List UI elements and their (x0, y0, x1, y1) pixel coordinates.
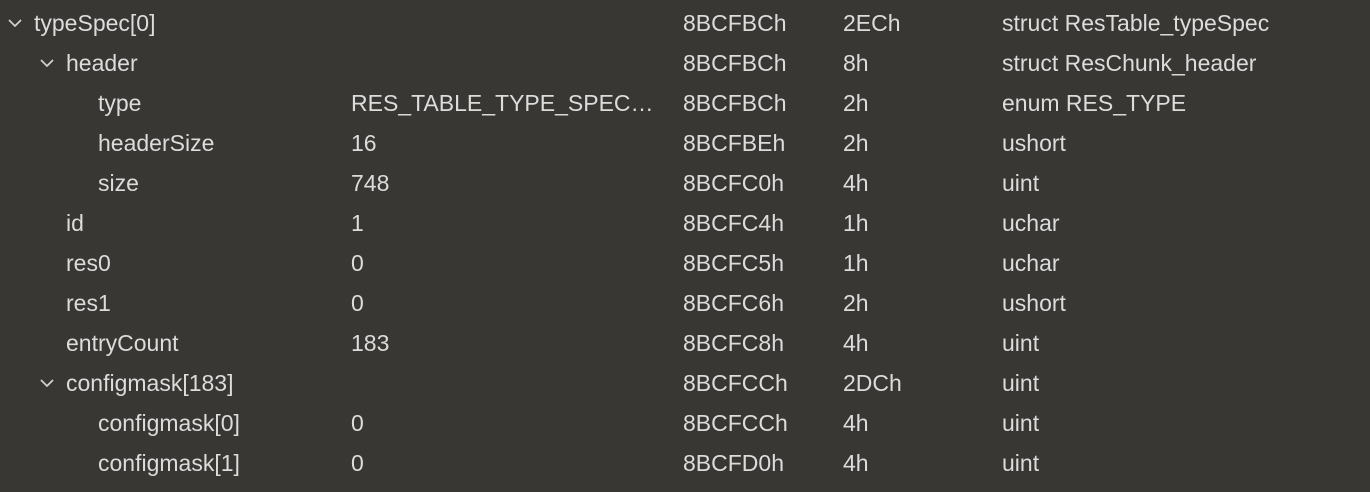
tree-row[interactable]: size 748 8BCFC0h 4h uint (0, 163, 1370, 203)
field-name: type (98, 90, 142, 116)
field-value: 748 (351, 170, 390, 196)
field-value: 16 (351, 130, 377, 156)
field-size: 1h (843, 210, 869, 236)
field-start: 8BCFD0h (683, 450, 784, 476)
field-name: entryCount (66, 330, 179, 356)
field-type: uint (1002, 450, 1040, 476)
field-type: uint (1002, 410, 1040, 436)
tree-row[interactable]: res1 0 8BCFC6h 2h ushort (0, 283, 1370, 323)
tree-row[interactable]: header 8BCFBCh 8h struct ResChunk_header (0, 43, 1370, 83)
chevron-down-icon[interactable] (36, 363, 58, 403)
field-start: 8BCFC0h (683, 170, 784, 196)
field-type: ushort (1002, 290, 1066, 316)
field-name: configmask[183] (66, 370, 234, 396)
field-size: 2h (843, 130, 869, 156)
field-value: 0 (351, 290, 364, 316)
field-size: 2DCh (843, 370, 902, 396)
field-type: uint (1002, 370, 1040, 396)
field-type: struct ResTable_typeSpec (1002, 10, 1270, 36)
field-name: size (98, 170, 139, 196)
field-start: 8BCFBCh (683, 50, 787, 76)
tree-row[interactable]: configmask[0] 0 8BCFCCh 4h uint (0, 403, 1370, 443)
field-name: res0 (66, 250, 111, 276)
chevron-down-icon[interactable] (36, 43, 58, 83)
field-start: 8BCFC4h (683, 210, 784, 236)
tree-row[interactable]: id 1 8BCFC4h 1h uchar (0, 203, 1370, 243)
field-start: 8BCFBCh (683, 90, 787, 116)
field-name: configmask[0] (98, 410, 240, 436)
field-value: 0 (351, 410, 364, 436)
tree-row[interactable]: headerSize 16 8BCFBEh 2h ushort (0, 123, 1370, 163)
chevron-down-icon[interactable] (4, 3, 26, 43)
field-start: 8BCFCCh (683, 410, 788, 436)
field-type: enum RES_TYPE (1002, 90, 1187, 116)
tree-row[interactable]: type RES_TABLE_TYPE_SPEC… 8BCFBCh 2h enum RE… (0, 83, 1370, 123)
field-name: res1 (66, 290, 111, 316)
field-value: RES_TABLE_TYPE_SPEC… (351, 90, 654, 116)
tree-row[interactable]: configmask[1] 0 8BCFD0h 4h uint (0, 443, 1370, 483)
field-size: 2h (843, 90, 869, 116)
field-size: 2ECh (843, 10, 901, 36)
tree-row[interactable]: typeSpec[0] 8BCFBCh 2ECh struct ResTable_ty… (0, 3, 1370, 43)
field-type: uint (1002, 170, 1040, 196)
field-type: uchar (1002, 210, 1060, 236)
field-value: 1 (351, 210, 364, 236)
field-type: uchar (1002, 250, 1060, 276)
field-value (351, 43, 669, 83)
field-name: headerSize (98, 130, 215, 156)
field-start: 8BCFCCh (683, 370, 788, 396)
field-value: 0 (351, 450, 364, 476)
field-name: configmask[1] (98, 450, 240, 476)
field-start: 8BCFC6h (683, 290, 784, 316)
tree-row[interactable]: res0 0 8BCFC5h 1h uchar (0, 243, 1370, 283)
field-size: 4h (843, 450, 869, 476)
field-value (351, 3, 669, 43)
field-size: 4h (843, 330, 869, 356)
field-type: struct ResChunk_header (1002, 50, 1257, 76)
field-value: 183 (351, 330, 390, 356)
field-size: 2h (843, 290, 869, 316)
field-value: 0 (351, 250, 364, 276)
field-size: 1h (843, 250, 869, 276)
field-start: 8BCFC5h (683, 250, 784, 276)
field-size: 4h (843, 170, 869, 196)
field-type: uint (1002, 330, 1040, 356)
tree-row[interactable]: entryCount 183 8BCFC8h 4h uint (0, 323, 1370, 363)
field-size: 4h (843, 410, 869, 436)
field-type: ushort (1002, 130, 1066, 156)
field-start: 8BCFC8h (683, 330, 784, 356)
field-start: 8BCFBEh (683, 130, 786, 156)
field-value (351, 363, 669, 403)
field-name: header (66, 50, 138, 76)
field-size: 8h (843, 50, 869, 76)
template-results-tree[interactable]: typeSpec[0] 8BCFBCh 2ECh struct ResTable_ty… (0, 0, 1370, 492)
field-start: 8BCFBCh (683, 10, 787, 36)
tree-row[interactable]: configmask[183] 8BCFCCh 2DCh uint (0, 363, 1370, 403)
field-name: id (66, 210, 84, 236)
field-name: typeSpec[0] (34, 10, 156, 36)
